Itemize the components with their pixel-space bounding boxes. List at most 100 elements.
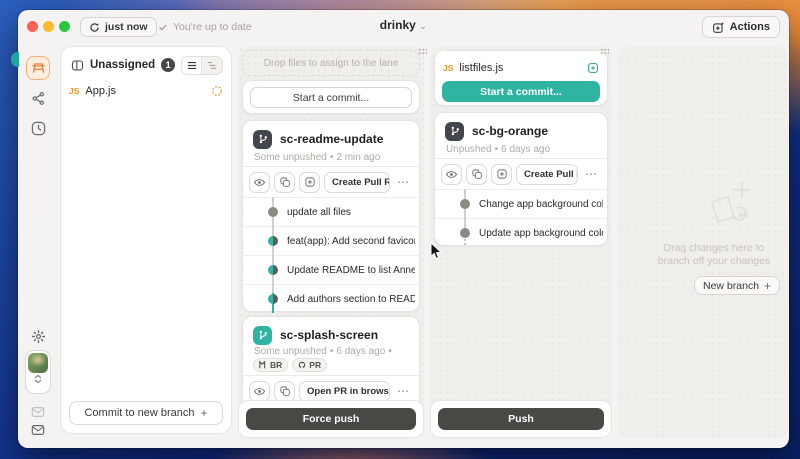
commit-row[interactable]: Change app background color t... — [435, 189, 607, 218]
branch-mini-icon — [259, 361, 267, 369]
assigned-file-card: JS listfiles.js Start a commit... — [434, 50, 608, 106]
commit-message: Update app background color t... — [479, 228, 603, 239]
branch-badge-icon — [445, 122, 464, 141]
branch-header[interactable]: sc-readme-update — [253, 129, 411, 149]
left-navigation-rail — [18, 44, 58, 448]
branch-push-state: Some unpushed — [254, 346, 327, 357]
commit-dot-local — [460, 228, 470, 238]
branches-nav-button[interactable] — [26, 86, 50, 110]
branch-action-row: Create Pull Request ⋯ — [243, 166, 419, 197]
commit-list: update all files feat(app): Add second f… — [243, 197, 419, 313]
project-selector[interactable]: drinky⌄ — [18, 18, 789, 32]
lane-drag-handle[interactable] — [418, 48, 427, 54]
history-clock-icon — [31, 121, 46, 136]
unassigned-file-row[interactable]: JS App.js — [69, 81, 223, 101]
copy-branch-button[interactable] — [466, 164, 487, 185]
lane-footer: Force push — [238, 400, 424, 438]
branch-meta: Some unpushed•6 days ago• — [254, 346, 411, 357]
branch-header[interactable]: sc-bg-orange — [445, 121, 599, 141]
lane-drag-handle[interactable] — [600, 48, 609, 54]
actions-button[interactable]: Actions — [702, 16, 780, 38]
more-options-button[interactable]: ⋯ — [394, 175, 413, 189]
push-button[interactable]: Push — [438, 408, 604, 430]
feedback-button[interactable] — [26, 418, 50, 442]
lane-dropzone[interactable]: Drop files to assign to the lane — [242, 50, 420, 76]
desktop-background: just now You're up to date drinky⌄ Actio… — [0, 0, 800, 459]
create-pull-request-button[interactable]: Create Pull Req... — [516, 164, 578, 185]
create-pr-label: Create Pull Request — [332, 177, 390, 188]
hint-line-2: branch off your changes — [644, 255, 784, 268]
lane-empty[interactable]: Drag changes here to branch off your cha… — [618, 46, 788, 438]
commit-dot-pushed — [268, 265, 278, 275]
tree-icon — [207, 61, 217, 70]
modified-status-icon — [211, 85, 223, 97]
eye-icon — [253, 385, 266, 398]
review-eye-button[interactable] — [249, 381, 270, 402]
commit-message: update all files — [287, 207, 415, 218]
unassigned-count-badge: 1 — [161, 58, 175, 72]
branch-ref-badge[interactable]: BR — [253, 358, 288, 372]
pull-request-badge[interactable]: PR — [292, 358, 327, 372]
js-file-icon: JS — [443, 63, 453, 73]
account-switcher[interactable] — [25, 350, 51, 394]
branch-badge-icon — [253, 326, 272, 345]
add-dependent-branch-button[interactable] — [491, 164, 512, 185]
new-branch-label: New branch — [703, 280, 759, 292]
commit-row[interactable]: Add authors section to README file — [243, 284, 419, 313]
commit-row[interactable]: update all files — [243, 197, 419, 226]
commit-list: Change app background color t... Update … — [435, 189, 607, 247]
branch-header[interactable]: sc-splash-screen — [253, 325, 411, 345]
lane-footer: Push — [430, 400, 612, 438]
more-options-button[interactable]: ⋯ — [582, 167, 601, 181]
push-label: Push — [508, 413, 534, 425]
copy-branch-button[interactable] — [274, 172, 295, 193]
review-eye-button[interactable] — [249, 172, 270, 193]
branch-card-readme: sc-readme-update Some unpushed•2 min ago — [242, 120, 420, 312]
new-branch-button[interactable]: New branch + — [694, 276, 780, 295]
force-push-button[interactable]: Force push — [246, 408, 416, 430]
tree-view-button[interactable] — [202, 57, 222, 74]
open-pr-in-browser-button[interactable]: Open PR in browser — [299, 381, 390, 402]
lane-center: Drop files to assign to the lane Start a… — [238, 46, 424, 438]
commit-dot-local — [460, 199, 470, 209]
add-dependent-branch-button[interactable] — [299, 172, 320, 193]
actions-icon — [712, 21, 725, 34]
commit-dot-local — [268, 207, 278, 217]
commit-row[interactable]: Update README to list Anne as pr... — [243, 255, 419, 284]
workspace-nav-button[interactable] — [26, 56, 50, 80]
review-eye-button[interactable] — [441, 164, 462, 185]
user-avatar — [28, 353, 48, 373]
js-file-icon: JS — [69, 86, 79, 96]
copy-branch-button[interactable] — [274, 381, 295, 402]
commit-dot-pushed — [268, 294, 278, 304]
history-nav-button[interactable] — [26, 116, 50, 140]
lane-right: JS listfiles.js Start a commit... — [430, 46, 612, 438]
list-view-button[interactable] — [182, 57, 202, 74]
commit-row[interactable]: Update app background color t... — [435, 218, 607, 247]
mouse-cursor — [430, 242, 443, 260]
commit-message: Update README to list Anne as pr... — [287, 265, 415, 276]
list-icon — [187, 61, 197, 70]
commit-message: feat(app): Add second favicon to ... — [287, 236, 415, 247]
added-status-icon — [587, 62, 599, 74]
force-push-label: Force push — [303, 413, 360, 425]
branch-push-state: Some unpushed — [254, 152, 327, 163]
start-commit-button[interactable]: Start a commit... — [250, 87, 412, 108]
commit-row[interactable]: feat(app): Add second favicon to ... — [243, 226, 419, 255]
pr-badge-label: PR — [309, 360, 321, 370]
commit-to-new-branch-button[interactable]: Commit to new branch + — [69, 401, 223, 425]
plus-icon: + — [201, 406, 208, 420]
commit-message: Add authors section to README file — [287, 294, 415, 305]
commit-message: Change app background color t... — [479, 199, 603, 210]
start-commit-card: Start a commit... — [242, 80, 420, 114]
open-pr-label: Open PR in browser — [307, 386, 390, 397]
unassigned-panel-icon — [71, 59, 84, 72]
settings-button[interactable] — [26, 324, 50, 348]
assigned-file-row[interactable]: JS listfiles.js — [443, 58, 599, 78]
actions-label: Actions — [730, 21, 770, 33]
create-pull-request-button[interactable]: Create Pull Request — [324, 172, 390, 193]
br-badge-label: BR — [270, 360, 282, 370]
start-commit-button-teal[interactable]: Start a commit... — [442, 81, 600, 102]
branch-meta: Unpushed•6 days ago — [446, 144, 599, 155]
more-options-button[interactable]: ⋯ — [394, 384, 413, 398]
